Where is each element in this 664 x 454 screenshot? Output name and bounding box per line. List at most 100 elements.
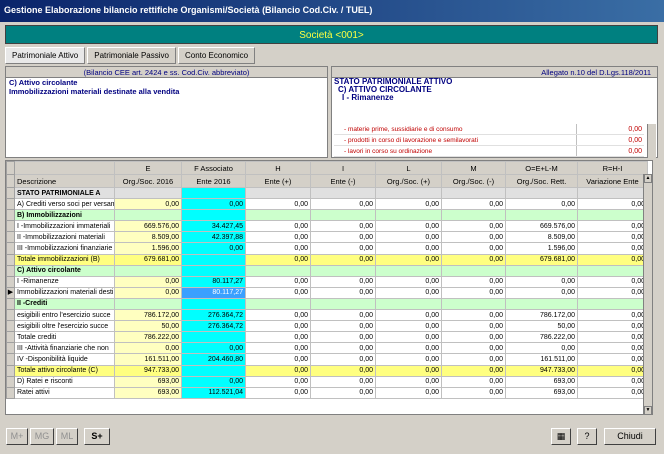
row-selector[interactable] [6, 220, 15, 233]
table-row[interactable]: III -Immobilizzazioni finanziarie 1.596,0… [6, 242, 648, 255]
grid-cell[interactable]: 8.509,00 [114, 231, 182, 244]
row-selector[interactable] [6, 198, 15, 211]
grid-cell[interactable] [181, 297, 246, 311]
allegato-scrollbar[interactable] [647, 124, 656, 158]
grid-cell[interactable]: 80.117,27 [181, 286, 246, 299]
col-header[interactable]: Descrizione [14, 174, 115, 188]
table-row[interactable]: Totale immobilizzazioni (B) 679.681,00 0,0… [6, 253, 648, 266]
row-selector[interactable] [6, 353, 15, 366]
grid-cell[interactable] [114, 264, 182, 277]
grid-cell[interactable]: 204.460,80 [181, 353, 246, 366]
col-header[interactable]: Ente (+) [245, 174, 311, 188]
scroll-up-icon[interactable]: ▲ [644, 174, 652, 183]
help-button[interactable]: ? [577, 428, 597, 445]
allegato-row[interactable]: - prodotti in corso di lavorazione e sem… [334, 135, 644, 146]
row-selector[interactable] [6, 320, 15, 333]
grid-cell[interactable] [181, 186, 246, 200]
grid-cell[interactable]: 161.511,00 [114, 353, 182, 366]
table-row[interactable]: II -Immobilizzazioni materiali 8.509,00 42… [6, 231, 648, 244]
grid-cell[interactable]: 0,00 [181, 375, 246, 388]
row-selector[interactable] [6, 231, 15, 244]
row-selector[interactable] [6, 209, 15, 222]
col-header[interactable]: Org./Soc. Rett. [505, 174, 578, 188]
col-header[interactable]: Org./Soc. (+) [375, 174, 442, 188]
grid-cell[interactable] [181, 364, 246, 377]
grid-cell[interactable]: 276.364,72 [181, 309, 246, 322]
grid-cell[interactable]: 276.364,72 [181, 320, 246, 333]
row-selector[interactable] [6, 186, 15, 200]
grid-cell[interactable]: 0,00 [114, 286, 182, 299]
mg-button[interactable]: MG [30, 428, 54, 445]
col-header[interactable]: Ente 2016 [181, 174, 246, 188]
grid-cell[interactable]: 0,00 [114, 275, 182, 288]
row-selector[interactable] [6, 386, 15, 399]
grid-cell[interactable] [181, 331, 246, 344]
table-row[interactable]: I -Immobilizzazioni immateriali 669.576,0… [6, 220, 648, 233]
s-plus-button[interactable]: S+ [84, 428, 110, 445]
table-row[interactable]: C) Attivo circolante [6, 264, 648, 277]
grid-cell[interactable]: 34.427,45 [181, 220, 246, 233]
grid-cell[interactable] [181, 209, 246, 222]
grid-cell[interactable]: 0,00 [181, 342, 246, 355]
col-header[interactable]: Variazione Ente [577, 174, 648, 188]
scroll-down-icon[interactable]: ▼ [644, 406, 652, 414]
grid-cell[interactable] [181, 253, 246, 266]
table-row[interactable]: A) Crediti verso soci per versam 0,00 0,00… [6, 198, 648, 211]
grid-cell[interactable] [114, 209, 182, 222]
calculator-button[interactable]: ▦ [551, 428, 571, 445]
table-row[interactable]: Ratei attivi 693,00 112.521,04 0,00 0,00 0,00… [6, 386, 648, 399]
grid-cell[interactable]: 947.733,00 [114, 364, 182, 377]
m-plus-button[interactable]: M+ [6, 428, 28, 445]
chiudi-button[interactable]: Chiudi [604, 428, 656, 445]
table-row[interactable]: esigibili oltre l'esercizio succe 50,00 27… [6, 320, 648, 333]
table-row[interactable]: Totale attivo circolante (C) 947.733,00 0,… [6, 364, 648, 377]
grid-cell[interactable]: 679.681,00 [114, 253, 182, 266]
col-header[interactable]: Org./Soc. 2016 [114, 174, 182, 188]
allegato-row[interactable]: - materie prime, sussidiarie e di consum… [334, 124, 644, 135]
grid-cell[interactable]: 0,00 [114, 198, 182, 211]
grid-cell[interactable]: 693,00 [114, 375, 182, 388]
tab-patrimoniale-attivo[interactable]: Patrimoniale Attivo [5, 47, 86, 64]
grid-cell[interactable]: 786.222,00 [114, 331, 182, 344]
tab-patrimoniale-passivo[interactable]: Patrimoniale Passivo [87, 47, 176, 64]
grid-cell[interactable] [114, 186, 182, 200]
ml-button[interactable]: ML [56, 428, 78, 445]
current-row-icon[interactable]: ▶ [6, 286, 15, 299]
table-row[interactable]: esigibili entro l'esercizio succe 786.172… [6, 309, 648, 322]
table-row[interactable]: STATO PATRIMONIALE A [6, 186, 648, 200]
col-header[interactable]: Org./Soc. (-) [441, 174, 506, 188]
table-row[interactable]: B) Immobilizzazioni [6, 209, 648, 222]
table-row[interactable]: IV -Disponibilità liquide 161.511,00 204.4… [6, 353, 648, 366]
row-selector[interactable] [6, 242, 15, 255]
table-row[interactable]: D) Ratei e risconti 693,00 0,00 0,00 0,00 0,0… [6, 375, 648, 388]
row-selector[interactable] [6, 275, 15, 288]
grid-cell[interactable]: 669.576,00 [114, 220, 182, 233]
grid-scrollbar[interactable]: ▲ ▼ [643, 174, 652, 414]
allegato-row[interactable]: - lavori in corso su ordinazione 0,00 [334, 146, 644, 157]
row-selector[interactable] [6, 375, 15, 388]
grid-cell[interactable] [181, 264, 246, 277]
table-row[interactable]: ▶ Immobilizzazioni materiali desti 0,00 80.… [6, 286, 648, 299]
tab-conto-economico[interactable]: Conto Economico [177, 47, 256, 64]
row-selector[interactable] [6, 331, 15, 344]
row-selector[interactable] [6, 253, 15, 266]
table-row[interactable]: I -Rimanenze 0,00 80.117,27 0,00 0,00 0,00 0,0… [6, 275, 648, 288]
grid-cell[interactable]: 693,00 [114, 386, 182, 399]
grid-cell[interactable]: 112.521,04 [181, 386, 246, 399]
grid-cell[interactable]: 0,00 [181, 198, 246, 211]
row-selector[interactable] [6, 309, 15, 322]
row-selector[interactable] [6, 342, 15, 355]
col-header[interactable]: Ente (-) [310, 174, 376, 188]
table-row[interactable]: Totale crediti 786.222,00 0,00 0,00 0,00 0,00… [6, 331, 648, 344]
grid-cell[interactable]: 80.117,27 [181, 275, 246, 288]
row-selector[interactable] [6, 297, 15, 311]
grid-cell[interactable]: 0,00 [114, 342, 182, 355]
grid-cell[interactable]: 50,00 [114, 320, 182, 333]
table-row[interactable]: III -Attività finanziarie che non 0,00 0,0… [6, 342, 648, 355]
grid-cell[interactable] [114, 297, 182, 311]
grid-cell[interactable]: 0,00 [181, 242, 246, 255]
grid-cell[interactable]: 1.596,00 [114, 242, 182, 255]
row-selector[interactable] [6, 364, 15, 377]
grid-cell[interactable]: 786.172,00 [114, 309, 182, 322]
grid-cell[interactable]: 42.397,88 [181, 231, 246, 244]
